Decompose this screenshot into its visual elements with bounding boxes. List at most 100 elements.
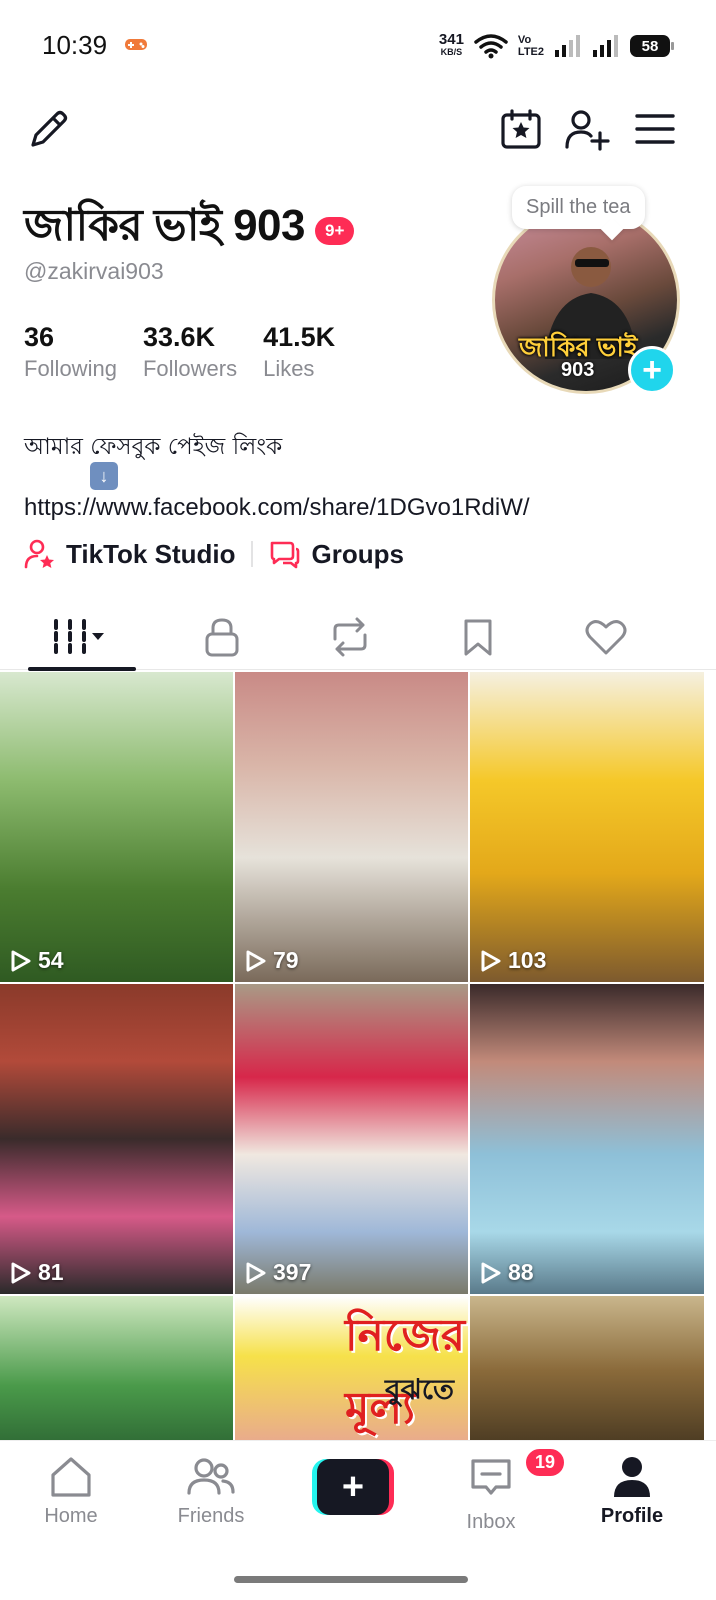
video-thumbnail[interactable] (0, 1296, 233, 1446)
inbox-icon-wrap: 19 (468, 1447, 567, 1505)
display-name: জাকির ভাই 903 (24, 201, 306, 250)
status-bar: 10:39 341 KB/S Vo LTE2 58 (0, 0, 716, 92)
play-icon (481, 950, 501, 971)
home-indicator (234, 1576, 468, 1583)
edit-profile-button[interactable] (24, 104, 74, 154)
create-video-button[interactable]: + (312, 1459, 394, 1515)
calendar-button[interactable] (496, 104, 546, 154)
video-thumbnail[interactable]: 88 (470, 984, 704, 1294)
heart-icon (585, 620, 627, 655)
stat-label: Followers (142, 356, 238, 381)
bio-link[interactable]: https://www.facebook.com/share/1DGvo1Rdi… (24, 494, 530, 522)
play-icon (481, 1262, 501, 1283)
user-star-icon (24, 539, 54, 569)
add-story-button[interactable]: + (628, 346, 676, 394)
nav-profile-label: Profile (600, 1505, 664, 1527)
profile-tabs (0, 604, 716, 671)
profile-stats: 36 Following 33.6K Followers 41.5K Likes (24, 322, 335, 382)
username-handle: @zakirvai903 (24, 258, 164, 284)
video-thumbnail[interactable]: 397 (235, 984, 468, 1294)
stat-likes[interactable]: 41.5K Likes (263, 322, 335, 382)
speed-unit: KB/S (440, 47, 463, 57)
profile-icon (614, 1457, 650, 1497)
lock-icon (205, 618, 239, 657)
groups-label: Groups (311, 538, 404, 569)
quick-links: TikTok Studio Groups (24, 538, 404, 570)
tab-favorites[interactable] (414, 604, 542, 670)
avatar-container[interactable]: জাকির ভাই 903 + (492, 206, 680, 394)
stat-following[interactable]: 36 Following (24, 322, 117, 382)
hamburger-menu-icon (635, 114, 675, 144)
wifi-icon (474, 34, 508, 59)
avatar-text-number: 903 (561, 359, 595, 381)
tiktok-studio-link[interactable]: TikTok Studio (24, 538, 235, 570)
signal-icon (555, 35, 580, 57)
network-speed: 341 KB/S (439, 32, 464, 58)
view-count: 88 (480, 1259, 534, 1286)
spill-the-tea-bubble[interactable]: Spill the tea (512, 186, 645, 229)
nav-friends-label: Friends (177, 1505, 245, 1527)
nav-profile[interactable]: Profile (577, 1455, 687, 1528)
volte-bottom: LTE2 (517, 46, 544, 58)
stat-followers[interactable]: 33.6K Followers (143, 322, 237, 382)
battery-icon: 58 (630, 35, 674, 57)
tab-private[interactable] (158, 604, 286, 670)
menu-button[interactable] (630, 104, 680, 154)
groups-link[interactable]: Groups (269, 538, 404, 570)
tab-videos[interactable] (0, 604, 158, 671)
friends-icon (187, 1458, 235, 1495)
nav-home-label: Home (44, 1505, 98, 1527)
down-arrow-emoji-icon: ↓ (90, 462, 118, 490)
chat-bubbles-icon (271, 541, 300, 569)
game-icon (125, 39, 147, 50)
stat-label: Likes (263, 356, 315, 381)
video-thumbnail[interactable]: 81 (0, 984, 233, 1294)
video-grid: 54 79 103 81 397 88 নিজের মূল্য বুঝতে (0, 672, 716, 1446)
nav-inbox-label: Inbox (466, 1511, 516, 1533)
add-user-icon (565, 110, 610, 151)
nav-friends[interactable]: Friends (156, 1455, 266, 1528)
view-count-value: 81 (38, 1259, 64, 1285)
add-friend-button[interactable] (562, 104, 612, 154)
status-time: 10:39 (42, 30, 108, 60)
view-count: 79 (245, 947, 299, 974)
view-count-value: 397 (273, 1259, 312, 1285)
tab-reposts[interactable] (286, 604, 414, 670)
volte-top: Vo (517, 34, 532, 46)
status-icons: 341 KB/S Vo LTE2 58 (439, 30, 674, 62)
pencil-icon (31, 110, 68, 147)
volte-indicator: Vo LTE2 (518, 34, 544, 58)
home-icon (51, 1457, 91, 1497)
repost-icon (333, 617, 367, 657)
play-icon (246, 950, 266, 971)
video-thumbnail[interactable] (470, 1296, 704, 1446)
stat-value: 36 (24, 322, 55, 352)
view-count-value: 88 (508, 1259, 534, 1285)
nav-home[interactable]: Home (16, 1455, 126, 1528)
view-count-value: 103 (508, 947, 547, 973)
stat-value: 33.6K (142, 322, 215, 352)
stat-label: Following (24, 356, 117, 381)
nav-inbox[interactable]: 19 Inbox (436, 1447, 567, 1534)
plus-icon: + (317, 1459, 389, 1515)
video-thumbnail[interactable]: 79 (235, 672, 468, 982)
plus-icon: + (642, 351, 662, 389)
inbox-badge: 19 (524, 1447, 567, 1478)
video-thumbnail[interactable]: 54 (0, 672, 233, 982)
tab-liked[interactable] (542, 604, 670, 670)
bottom-navigation: Home Friends + 19 Inbox Profile (0, 1440, 716, 1552)
view-count: 397 (245, 1259, 311, 1286)
calendar-star-icon (501, 109, 541, 149)
video-thumbnail[interactable]: নিজের মূল্য বুঝতে (235, 1296, 468, 1446)
view-count-value: 79 (273, 947, 299, 973)
play-icon (246, 1262, 266, 1283)
play-icon (11, 950, 31, 971)
stat-value: 41.5K (263, 322, 336, 352)
view-count: 81 (10, 1259, 64, 1286)
thumbnail-overlay-subtitle: বুঝতে (385, 1373, 455, 1406)
notification-badge[interactable]: 9+ (315, 216, 355, 245)
video-thumbnail[interactable]: 103 (470, 672, 704, 982)
view-count: 103 (480, 947, 546, 974)
divider (251, 541, 254, 567)
tiktok-studio-label: TikTok Studio (66, 538, 236, 569)
